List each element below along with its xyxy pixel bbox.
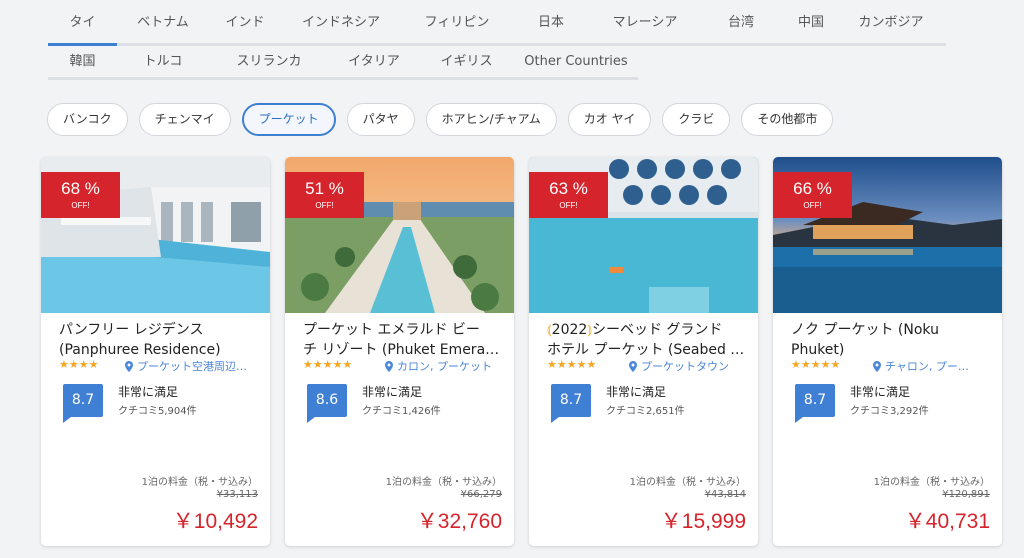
tab-japan[interactable]: 日本 [513, 0, 589, 43]
hotel-location[interactable]: カロン, プーケット [385, 358, 510, 375]
tab-sri-lanka[interactable]: スリランカ [209, 46, 329, 77]
hotel-name: ⦅2022⦆シーベッド グランド ホテル プーケット (Seabed Grand… [547, 322, 747, 358]
tab-cambodia[interactable]: カンボジア [841, 0, 941, 43]
hotel-location[interactable]: プーケット空港周辺地域 [125, 358, 250, 375]
location-pin-icon [873, 361, 881, 375]
star-rating: ★★★★★ [547, 358, 597, 371]
review-count: クチコミ2,651件 [606, 406, 685, 417]
pill-other-cities[interactable]: その他都市 [741, 103, 834, 136]
hotel-photo: 63 % OFF! [529, 157, 758, 313]
tab-uk[interactable]: イギリス [419, 46, 514, 77]
current-price: ￥15,999 [660, 510, 746, 533]
hotel-photo: 68 % OFF! [41, 157, 270, 313]
review-count: クチコミ5,904件 [118, 406, 197, 417]
price-label: 1泊の料金（税・サ込み） [141, 477, 258, 488]
location-pin-icon [385, 361, 393, 375]
current-price: ￥32,760 [416, 510, 502, 533]
country-tabs-row1: タイ ベトナム インド インドネシア フィリピン 日本 マレーシア 台湾 中国 … [48, 0, 946, 46]
review-count: クチコミ3,292件 [850, 406, 929, 417]
original-price: ¥66,279 [460, 489, 502, 500]
discount-badge: 51 % OFF! [285, 172, 364, 218]
hotel-name: ノク プーケット (Noku Phuket) [791, 322, 939, 358]
price-label: 1泊の料金（税・サ込み） [873, 477, 990, 488]
tab-indonesia[interactable]: インドネシア [281, 0, 401, 43]
pill-bangkok[interactable]: バンコク [47, 103, 128, 136]
tab-taiwan[interactable]: 台湾 [701, 0, 781, 43]
discount-badge: 63 % OFF! [529, 172, 608, 218]
tab-philippines[interactable]: フィリピン [401, 0, 513, 43]
pill-krabi[interactable]: クラビ [662, 103, 731, 136]
current-price: ￥10,492 [172, 510, 258, 533]
rating-label: 非常に満足 [118, 385, 179, 399]
original-price: ¥43,814 [704, 489, 746, 500]
pill-pattaya[interactable]: パタヤ [346, 103, 415, 136]
review-score: 8.6 [307, 384, 347, 423]
star-rating: ★★★★★ [791, 358, 841, 371]
star-rating: ★★★★ [59, 358, 99, 371]
star-rating: ★★★★★ [303, 358, 353, 371]
tab-korea[interactable]: 韓国 [48, 46, 117, 77]
hotel-name: プーケット エメラルド ビー チ リゾート (Phuket Emerald Be… [303, 322, 503, 358]
hotel-photo: 51 % OFF! [285, 157, 514, 313]
tab-other-countries[interactable]: Other Countries [514, 46, 638, 77]
city-filter: バンコク チェンマイ プーケット パタヤ ホアヒン/チャアム カオ ヤイ クラビ… [47, 103, 844, 136]
review-score: 8.7 [63, 384, 103, 423]
pill-chiang-mai[interactable]: チェンマイ [138, 103, 231, 136]
discount-badge: 68 % OFF! [41, 172, 120, 218]
review-score: 8.7 [551, 384, 591, 423]
tab-thailand[interactable]: タイ [48, 0, 117, 46]
discount-badge: 66 % OFF! [773, 172, 852, 218]
hotel-location[interactable]: チャロン, プーケット [873, 358, 979, 375]
tab-malaysia[interactable]: マレーシア [589, 0, 701, 43]
rating-label: 非常に満足 [850, 385, 911, 399]
hotel-location[interactable]: プーケットタウン [629, 358, 737, 375]
hotel-card[interactable]: 68 % OFF! パンフリー レジデンス (Panphuree Residen… [41, 157, 270, 546]
hotel-photo: 66 % OFF! [773, 157, 1002, 313]
tab-vietnam[interactable]: ベトナム [117, 0, 209, 43]
pill-phuket[interactable]: プーケット [241, 103, 336, 136]
rating-label: 非常に満足 [362, 385, 423, 399]
original-price: ¥33,113 [216, 489, 258, 500]
review-score: 8.7 [795, 384, 835, 423]
review-count: クチコミ1,426件 [362, 406, 441, 417]
hotel-card[interactable]: 66 % OFF! ノク プーケット (Noku Phuket) ★★★★★ チ… [773, 157, 1002, 546]
tab-india[interactable]: インド [209, 0, 281, 43]
price-label: 1泊の料金（税・サ込み） [629, 477, 746, 488]
hotel-name: パンフリー レジデンス (Panphuree Residence) [59, 322, 221, 358]
location-pin-icon [629, 361, 637, 375]
tab-china[interactable]: 中国 [781, 0, 841, 43]
tab-italy[interactable]: イタリア [329, 46, 419, 77]
current-price: ￥40,731 [904, 510, 990, 533]
pill-hua-hin[interactable]: ホアヒン/チャアム [425, 103, 557, 136]
country-tabs-row2: 韓国 トルコ スリランカ イタリア イギリス Other Countries [48, 46, 638, 80]
original-price: ¥120,891 [942, 489, 990, 500]
tab-turkey[interactable]: トルコ [117, 46, 209, 77]
price-label: 1泊の料金（税・サ込み） [385, 477, 502, 488]
rating-label: 非常に満足 [606, 385, 667, 399]
pill-khao-yai[interactable]: カオ ヤイ [567, 103, 652, 136]
location-pin-icon [125, 361, 133, 375]
hotel-card[interactable]: 63 % OFF! ⦅2022⦆シーベッド グランド ホテル プーケット (Se… [529, 157, 758, 546]
hotel-card[interactable]: 51 % OFF! プーケット エメラルド ビー チ リゾート (Phuket … [285, 157, 514, 546]
